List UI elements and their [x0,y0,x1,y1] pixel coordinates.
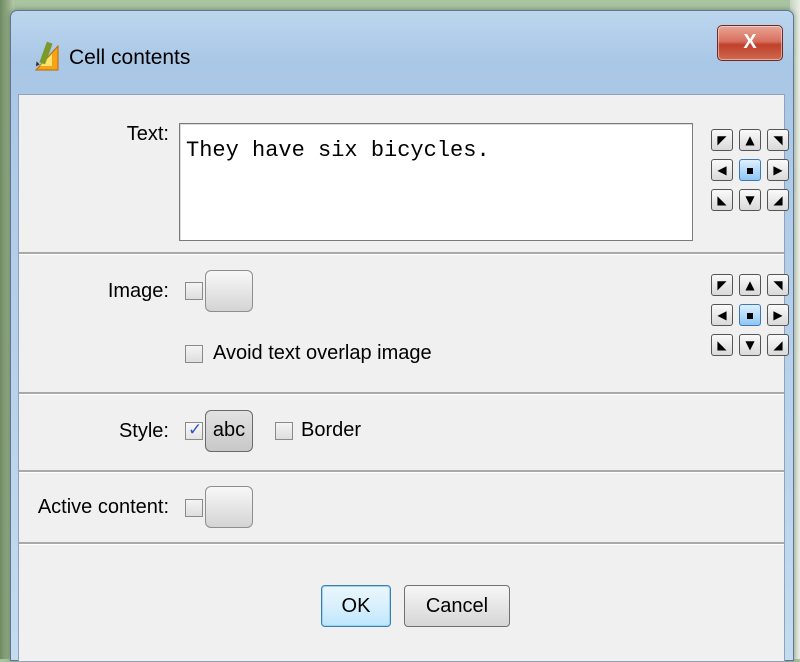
image-alignment-grid: ◤ ▲ ◥ ◀ ▶ ◣ ▼ ◢ [711,274,789,374]
align-left-icon[interactable]: ◀ [711,304,733,326]
align-top-left-icon[interactable]: ◤ [711,129,733,151]
text-alignment-grid: ◤ ▲ ◥ ◀ ▶ ◣ ▼ ◢ [711,129,789,229]
close-button[interactable]: X [717,25,783,61]
active-content-section: Active content: [19,472,784,544]
align-top-right-icon[interactable]: ◥ [767,129,789,151]
checkmark-icon: ✓ [188,420,203,440]
image-label: Image: [107,280,169,302]
active-content-button[interactable] [205,486,253,528]
style-checkbox[interactable]: ✓ [185,420,203,440]
align-right-icon[interactable]: ▶ [767,304,789,326]
align-bottom-left-icon[interactable]: ◣ [711,334,733,356]
active-content-label: Active content: [37,496,169,518]
text-input[interactable]: They have six bicycles. [179,123,693,241]
align-bottom-icon[interactable]: ▼ [739,189,761,211]
align-top-icon[interactable]: ▲ [739,129,761,151]
app-pencil-icon [34,40,60,72]
align-bottom-left-icon[interactable]: ◣ [711,189,733,211]
image-picker-button[interactable] [205,270,253,312]
window-title: Cell contents [69,46,191,69]
align-bottom-icon[interactable]: ▼ [739,334,761,356]
align-center-icon[interactable] [739,159,761,181]
ok-button[interactable]: OK [321,585,391,627]
align-left-icon[interactable]: ◀ [711,159,733,181]
image-section: Image: Avoid text overlap image ◤ ▲ ◥ ◀ … [19,254,789,394]
align-bottom-right-icon[interactable]: ◢ [767,189,789,211]
align-bottom-right-icon[interactable]: ◢ [767,334,789,356]
active-content-checkbox[interactable] [185,499,203,517]
align-top-left-icon[interactable]: ◤ [711,274,733,296]
avoid-overlap-label: Avoid text overlap image [213,342,432,364]
text-label: Text: [126,123,169,145]
align-right-icon[interactable]: ▶ [767,159,789,181]
align-top-right-icon[interactable]: ◥ [767,274,789,296]
cell-contents-dialog: Cell contents X Text: They have six bicy… [10,10,794,662]
border-label: Border [301,419,362,441]
avoid-overlap-checkbox[interactable] [185,345,203,363]
border-checkbox[interactable] [275,422,293,440]
cancel-button[interactable]: Cancel [404,585,510,627]
title-bar[interactable]: Cell contents X [11,11,793,93]
text-section: Text: They have six bicycles. ◤ ▲ ◥ ◀ ▶ … [19,95,789,254]
dialog-body: Text: They have six bicycles. ◤ ▲ ◥ ◀ ▶ … [18,94,789,662]
align-center-icon[interactable] [739,304,761,326]
style-label: Style: [118,420,169,442]
style-abc-button[interactable]: abc [205,410,253,452]
style-section: Style: ✓ abc Border [19,394,784,472]
align-top-icon[interactable]: ▲ [739,274,761,296]
image-checkbox[interactable] [185,282,203,300]
